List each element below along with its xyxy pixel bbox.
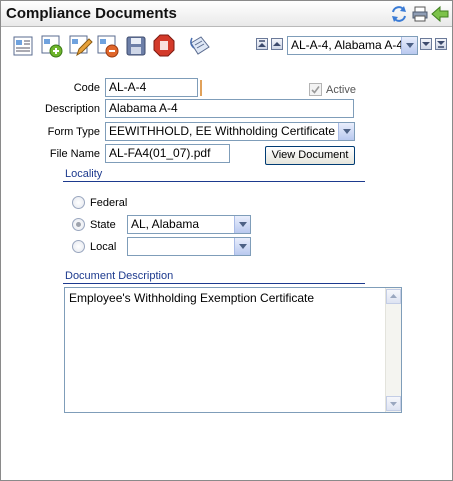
title-bar: Compliance Documents bbox=[1, 1, 452, 27]
vertical-scrollbar[interactable] bbox=[385, 288, 401, 412]
form-type-value: EEWITHHOLD, EE Withholding Certificate bbox=[109, 124, 336, 138]
state-radio[interactable] bbox=[72, 218, 85, 231]
view-list-icon[interactable] bbox=[11, 33, 37, 59]
state-label: State bbox=[90, 219, 116, 231]
stop-icon[interactable] bbox=[151, 33, 177, 59]
file-name-value: AL-FA4(01_07).pdf bbox=[109, 146, 211, 160]
chevron-down-icon[interactable] bbox=[234, 238, 250, 255]
state-select[interactable]: AL, Alabama bbox=[127, 215, 251, 234]
local-radio[interactable] bbox=[72, 240, 85, 253]
back-arrow-icon[interactable] bbox=[431, 5, 449, 23]
state-value: AL, Alabama bbox=[131, 217, 200, 231]
document-description-text: Employee's Withholding Exemption Certifi… bbox=[69, 291, 315, 305]
print-icon[interactable] bbox=[411, 5, 429, 23]
attach-icon[interactable] bbox=[186, 33, 212, 59]
view-document-button[interactable]: View Document bbox=[265, 146, 355, 165]
compliance-documents-window: Compliance Documents AL-A-4, Alabama A-4… bbox=[0, 0, 453, 481]
description-label: Description bbox=[44, 103, 100, 115]
document-description-textarea[interactable]: Employee's Withholding Exemption Certifi… bbox=[64, 287, 402, 413]
record-selector[interactable]: AL-A-4, Alabama A-4 bbox=[287, 36, 418, 55]
form-type-label: Form Type bbox=[47, 126, 100, 138]
code-field[interactable]: AL-A-4 bbox=[105, 78, 198, 97]
add-record-icon[interactable] bbox=[39, 33, 65, 59]
scroll-up-icon[interactable] bbox=[386, 289, 401, 304]
record-selector-value: AL-A-4, Alabama A-4 bbox=[291, 38, 404, 52]
chevron-down-icon[interactable] bbox=[234, 216, 250, 233]
previous-record-icon[interactable] bbox=[271, 38, 283, 50]
local-select[interactable] bbox=[127, 237, 251, 256]
description-field[interactable]: Alabama A-4 bbox=[105, 99, 354, 118]
chevron-down-icon[interactable] bbox=[338, 123, 354, 140]
last-record-icon[interactable] bbox=[435, 38, 447, 50]
locality-section-title: Locality bbox=[65, 168, 103, 180]
form-type-select[interactable]: EEWITHHOLD, EE Withholding Certificate bbox=[105, 122, 355, 141]
refresh-icon[interactable] bbox=[390, 5, 408, 23]
edit-record-icon[interactable] bbox=[67, 33, 93, 59]
document-description-divider bbox=[63, 283, 365, 284]
save-icon[interactable] bbox=[123, 33, 149, 59]
chevron-down-icon[interactable] bbox=[401, 37, 417, 54]
locality-divider bbox=[63, 181, 365, 182]
file-name-field[interactable]: AL-FA4(01_07).pdf bbox=[105, 144, 230, 163]
delete-record-icon[interactable] bbox=[95, 33, 121, 59]
active-label: Active bbox=[326, 84, 356, 96]
file-name-label: File Name bbox=[49, 148, 100, 160]
code-label: Code bbox=[73, 82, 100, 94]
description-value: Alabama A-4 bbox=[109, 101, 178, 115]
local-label: Local bbox=[90, 241, 117, 253]
next-record-icon[interactable] bbox=[420, 38, 432, 50]
code-value: AL-A-4 bbox=[109, 80, 147, 94]
document-description-title: Document Description bbox=[65, 270, 174, 282]
scroll-down-icon[interactable] bbox=[386, 396, 401, 411]
window-title: Compliance Documents bbox=[6, 5, 177, 22]
text-caret bbox=[200, 80, 202, 96]
first-record-icon[interactable] bbox=[256, 38, 268, 50]
federal-label: Federal bbox=[90, 197, 128, 209]
federal-radio[interactable] bbox=[72, 196, 85, 209]
active-checkbox[interactable] bbox=[309, 83, 322, 96]
